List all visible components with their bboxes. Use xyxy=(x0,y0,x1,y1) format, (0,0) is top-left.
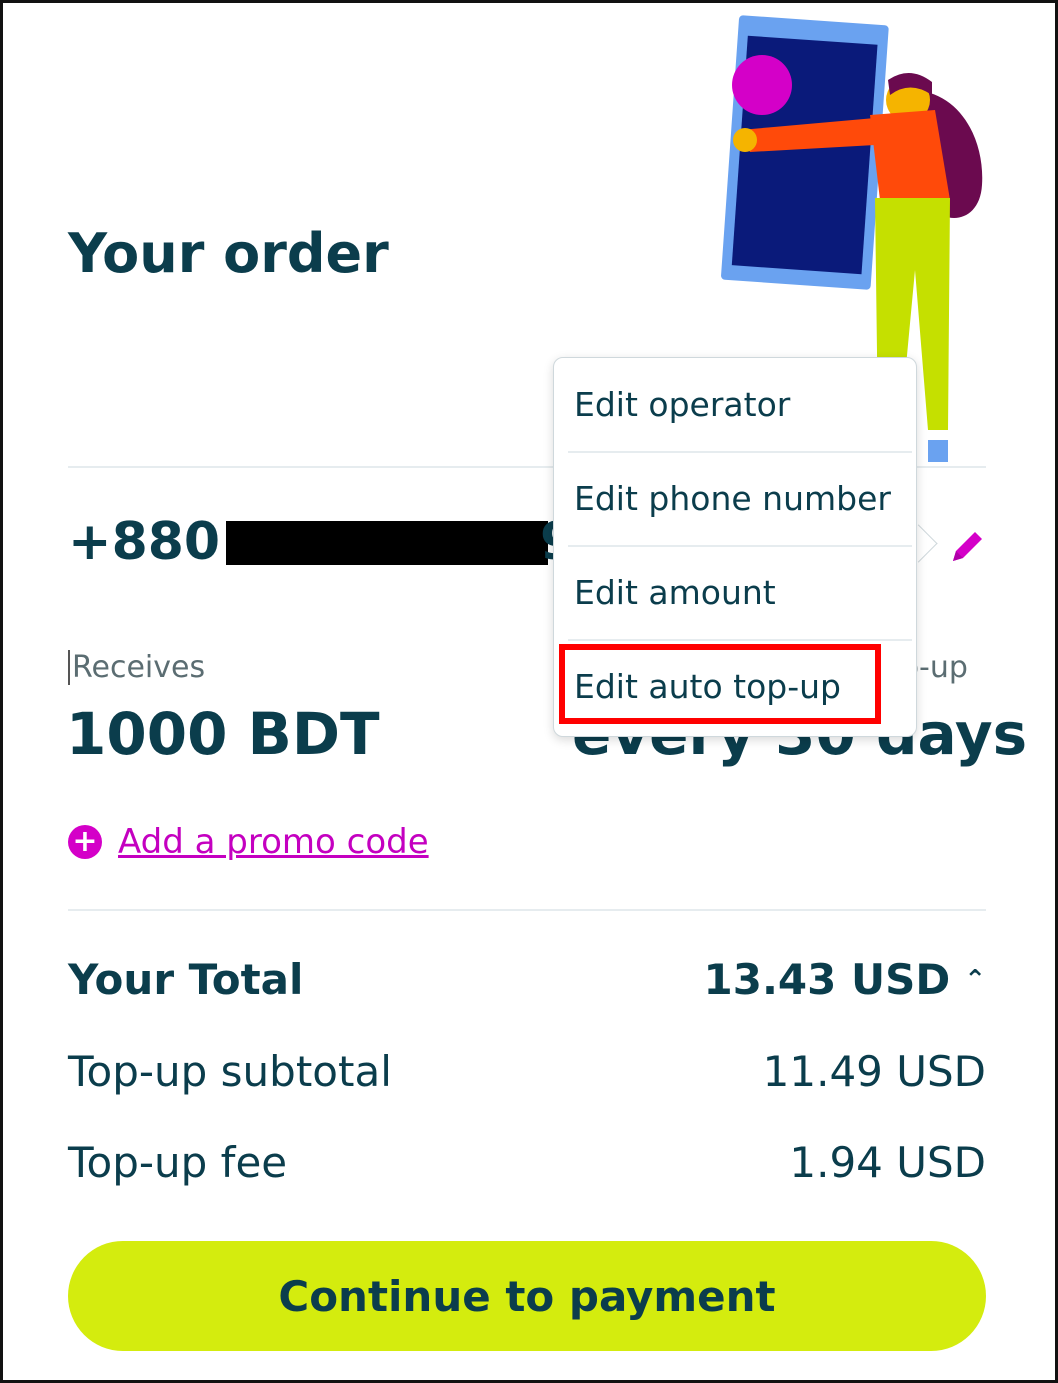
divider xyxy=(68,909,986,911)
receives-label: Receives xyxy=(68,650,205,685)
menu-item-edit-phone-number[interactable]: Edit phone number xyxy=(554,452,916,545)
total-value: 13.43 USD xyxy=(703,955,951,1004)
plus-circle-icon: + xyxy=(68,825,102,859)
chevron-up-icon[interactable]: ⌃ xyxy=(964,965,986,995)
continue-to-payment-button[interactable]: Continue to payment xyxy=(68,1241,986,1351)
subtotal-row: Top-up subtotal 11.49 USD xyxy=(68,1047,986,1096)
redaction-bar xyxy=(226,521,548,565)
promo-code-label[interactable]: Add a promo code xyxy=(118,822,429,862)
highlight-box xyxy=(559,644,881,724)
page-title: Your order xyxy=(68,222,389,285)
total-label: Your Total xyxy=(68,955,304,1004)
add-promo-code-link[interactable]: + Add a promo code xyxy=(68,822,429,862)
total-row[interactable]: Your Total 13.43 USD ⌃ xyxy=(68,955,986,1004)
fee-row: Top-up fee 1.94 USD xyxy=(68,1138,986,1187)
menu-item-edit-operator[interactable]: Edit operator xyxy=(554,358,916,451)
menu-item-edit-amount[interactable]: Edit amount xyxy=(554,546,916,639)
subtotal-label: Top-up subtotal xyxy=(68,1047,392,1096)
total-amount[interactable]: 13.43 USD ⌃ xyxy=(704,955,987,1004)
subtotal-value: 11.49 USD xyxy=(762,1047,986,1096)
fee-label: Top-up fee xyxy=(68,1138,288,1187)
pencil-icon[interactable] xyxy=(945,525,989,569)
receives-amount: 1000 BDT xyxy=(66,700,380,768)
fee-value: 1.94 USD xyxy=(789,1138,986,1187)
